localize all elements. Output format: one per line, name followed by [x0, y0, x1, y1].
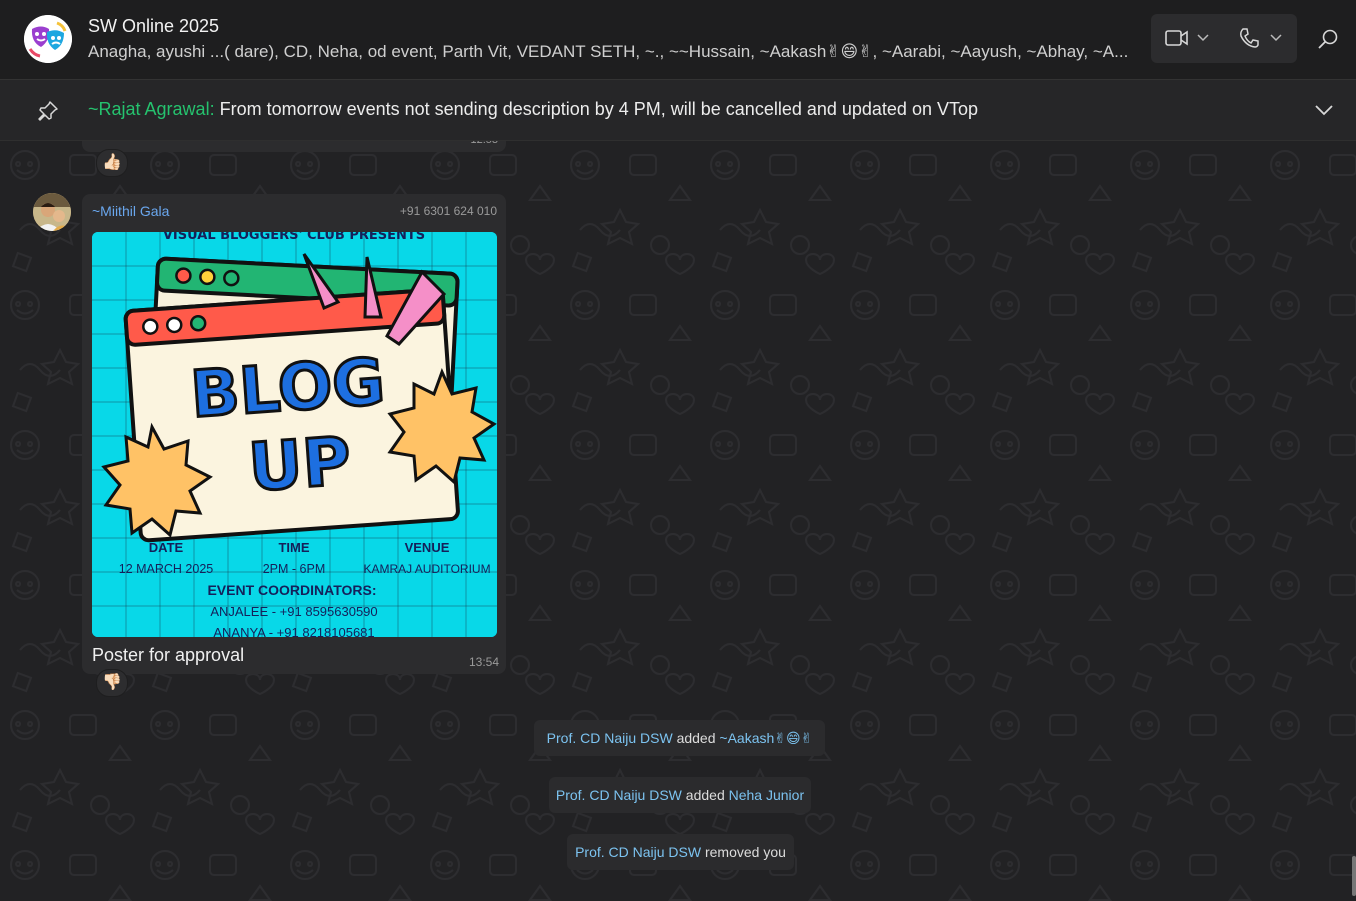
system-message: Prof. CD Naiju DSW added Neha Junior: [549, 777, 811, 813]
search-button[interactable]: [1314, 26, 1342, 54]
pinned-message-author: ~Rajat Agrawal:: [88, 99, 215, 119]
pinned-message-body: From tomorrow events not sending descrip…: [214, 99, 978, 119]
poster-coordinator-1: ANJALEE - +91 8595630590: [210, 604, 377, 619]
system-action: added: [681, 787, 729, 803]
video-call-button[interactable]: [1151, 14, 1224, 63]
chevron-down-icon: [1197, 34, 1209, 42]
poster-header: VISUAL BLOGGERS' CLUB PRESENTS: [163, 232, 425, 243]
voice-call-button[interactable]: [1224, 14, 1297, 63]
system-target-link[interactable]: Neha Junior: [729, 787, 805, 803]
system-target-link[interactable]: ~Aakash✌😄✌: [719, 730, 812, 746]
group-title[interactable]: SW Online 2025: [88, 16, 219, 37]
poster-time-label: TIME: [278, 540, 309, 555]
search-icon: [1318, 29, 1338, 49]
chevron-down-icon: [1270, 34, 1282, 42]
phone-icon: [1240, 28, 1259, 48]
group-avatar[interactable]: [24, 15, 72, 63]
chevron-down-icon[interactable]: [1312, 100, 1336, 120]
poster-title-line2: UP: [246, 423, 353, 507]
poster-title-line1: BLOG: [188, 345, 387, 432]
pinned-message-bar[interactable]: ~Rajat Agrawal: From tomorrow events not…: [0, 80, 1356, 141]
system-message: Prof. CD Naiju DSW removed you: [567, 834, 794, 870]
user-photo-icon: [33, 193, 71, 231]
sender-avatar[interactable]: [33, 193, 71, 231]
pin-icon: [38, 101, 58, 121]
message-caption: Poster for approval: [92, 645, 245, 665]
sender-phone: +91 6301 624 010: [399, 204, 497, 218]
reaction-badge[interactable]: 👎🏻: [96, 669, 128, 697]
system-action: removed you: [701, 844, 786, 860]
poster-coordinator-2: ANANYA - +91 8218105681: [213, 625, 374, 637]
sender-name[interactable]: ~Miithil Gala: [92, 203, 169, 219]
poster-date-value: 12 MARCH 2025: [119, 562, 214, 576]
theatre-masks-icon: [24, 15, 72, 63]
reaction-badge[interactable]: 👍🏻: [96, 149, 128, 177]
system-action: added: [672, 730, 720, 746]
poster-image[interactable]: BLOG UP VISUAL BLOGGERS' CLUB PRESENTS D…: [92, 232, 497, 637]
poster-time-value: 2PM - 6PM: [263, 562, 326, 576]
poster-date-label: DATE: [149, 540, 184, 555]
poster-venue-value: KAMRAJ AUDITORIUM: [363, 562, 490, 576]
poster-coordinators-label: EVENT COORDINATORS:: [207, 582, 376, 598]
group-members-list[interactable]: Anagha, ayushi ...( dare), CD, Neha, od …: [88, 42, 1138, 62]
pinned-message-text: ~Rajat Agrawal: From tomorrow events not…: [88, 99, 978, 120]
message-timestamp: 13:54: [468, 655, 499, 669]
poster-graphic: BLOG UP VISUAL BLOGGERS' CLUB PRESENTS D…: [92, 232, 497, 637]
video-camera-icon: [1165, 30, 1188, 46]
chat-header: SW Online 2025 Anagha, ayushi ...( dare)…: [0, 0, 1356, 80]
message-bubble[interactable]: ~Miithil Gala +91 6301 624 010 BLOG UP V…: [82, 194, 506, 674]
poster-venue-label: VENUE: [405, 540, 450, 555]
scrollbar-thumb[interactable]: [1352, 856, 1356, 896]
system-actor-link[interactable]: Prof. CD Naiju DSW: [547, 730, 673, 746]
system-actor-link[interactable]: Prof. CD Naiju DSW: [575, 844, 701, 860]
system-message: Prof. CD Naiju DSW added ~Aakash✌😄✌: [534, 720, 825, 756]
system-actor-link[interactable]: Prof. CD Naiju DSW: [556, 787, 682, 803]
call-buttons: [1151, 14, 1297, 63]
